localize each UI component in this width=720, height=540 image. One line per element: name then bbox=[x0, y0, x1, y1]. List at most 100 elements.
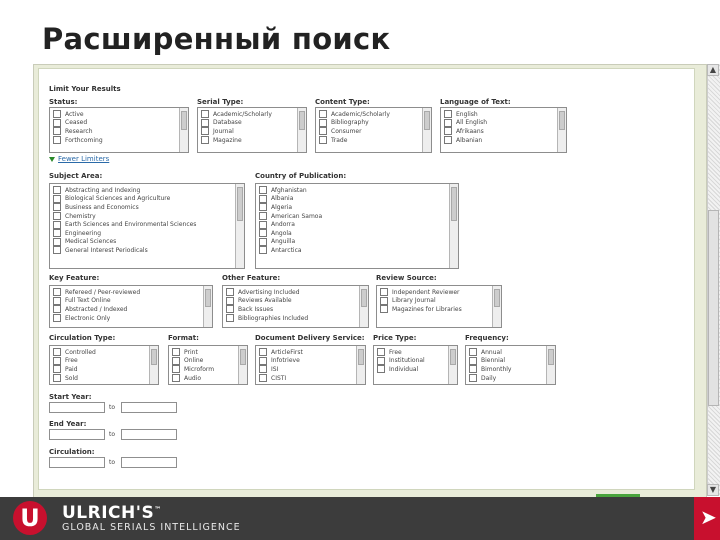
review_source-option[interactable]: Library Journal bbox=[380, 296, 501, 306]
price_type-option[interactable]: Individual bbox=[377, 365, 457, 374]
frequency-option-checkbox[interactable] bbox=[469, 374, 477, 383]
country-option-checkbox[interactable] bbox=[259, 194, 267, 203]
document_delivery-option-checkbox[interactable] bbox=[259, 348, 267, 357]
content_type-option[interactable]: Consumer bbox=[319, 127, 431, 136]
format-option-checkbox[interactable] bbox=[172, 348, 180, 357]
subject-option-checkbox[interactable] bbox=[53, 229, 61, 238]
price_type-option[interactable]: Institutional bbox=[377, 356, 457, 366]
document_delivery-option-checkbox[interactable] bbox=[259, 356, 267, 365]
subject-option[interactable]: Earth Sciences and Environmental Science… bbox=[53, 220, 244, 229]
subject-option-checkbox[interactable] bbox=[53, 246, 61, 255]
review_source-option[interactable]: Magazines for Libraries bbox=[380, 305, 501, 314]
subject-area-list-scrollbar[interactable] bbox=[235, 184, 244, 268]
country-option[interactable]: Albania bbox=[259, 194, 458, 204]
review_source-option-checkbox[interactable] bbox=[380, 305, 388, 314]
country-list-scrollbar[interactable] bbox=[449, 184, 458, 268]
serial_type-option[interactable]: Journal bbox=[201, 127, 306, 136]
country-option[interactable]: American Samoa bbox=[259, 212, 458, 221]
circulation-type-list[interactable]: Controlled Free Paid Sold bbox=[49, 345, 159, 385]
circulation-to-input[interactable] bbox=[121, 457, 177, 468]
review_source-option-checkbox[interactable] bbox=[380, 296, 388, 305]
document_delivery-option-checkbox[interactable] bbox=[259, 374, 267, 383]
circulation_type-option[interactable]: Paid bbox=[53, 365, 158, 374]
other_feature-option-checkbox[interactable] bbox=[226, 296, 234, 305]
language-option-checkbox[interactable] bbox=[444, 110, 452, 119]
country-option-checkbox[interactable] bbox=[259, 186, 267, 195]
price_type-option-checkbox[interactable] bbox=[377, 365, 385, 374]
language-option[interactable]: All English bbox=[444, 118, 566, 128]
format-option-checkbox[interactable] bbox=[172, 365, 180, 374]
content-type-list-scrollbar[interactable] bbox=[422, 108, 431, 152]
content_type-option[interactable]: Trade bbox=[319, 136, 431, 145]
circulation_type-option-checkbox[interactable] bbox=[53, 374, 61, 383]
country-option[interactable]: Antarctica bbox=[259, 246, 458, 255]
serial_type-option[interactable]: Academic/Scholarly bbox=[201, 110, 306, 119]
frequency-option[interactable]: Annual bbox=[469, 348, 555, 357]
key_feature-option-checkbox[interactable] bbox=[53, 296, 61, 305]
subject-option-checkbox[interactable] bbox=[53, 212, 61, 221]
subject-option[interactable]: Chemistry bbox=[53, 212, 244, 221]
language-option[interactable]: English bbox=[444, 110, 566, 119]
scroll-up-button[interactable]: ▲ bbox=[707, 64, 719, 76]
subject-option[interactable]: Biological Sciences and Agriculture bbox=[53, 194, 244, 204]
frequency-option-checkbox[interactable] bbox=[469, 365, 477, 374]
serial_type-option[interactable]: Database bbox=[201, 118, 306, 128]
document_delivery-option-checkbox[interactable] bbox=[259, 365, 267, 374]
review-source-list[interactable]: Independent Reviewer Library Journal Magaz… bbox=[376, 285, 502, 328]
frequency-list[interactable]: Annual Biennial Bimonthly Daily bbox=[465, 345, 556, 385]
frequency-option[interactable]: Daily bbox=[469, 374, 555, 383]
language-option[interactable]: Albanian bbox=[444, 136, 566, 145]
document_delivery-option[interactable]: ISI bbox=[259, 365, 365, 374]
country-list[interactable]: Afghanistan Albania Algeria American Samoa A… bbox=[255, 183, 459, 269]
other-feature-list-scrollbar[interactable] bbox=[359, 286, 368, 327]
price_type-option[interactable]: Free bbox=[377, 348, 457, 357]
content_type-option[interactable]: Academic/Scholarly bbox=[319, 110, 431, 119]
serial_type-option[interactable]: Magazine bbox=[201, 136, 306, 145]
circulation_type-option[interactable]: Controlled bbox=[53, 348, 158, 357]
subject-option-checkbox[interactable] bbox=[53, 220, 61, 229]
document_delivery-option[interactable]: Infotrieve bbox=[259, 356, 365, 366]
status-option[interactable]: Research bbox=[53, 127, 188, 136]
serial-type-list-scrollbar[interactable] bbox=[297, 108, 306, 152]
country-option-checkbox[interactable] bbox=[259, 220, 267, 229]
subject-option-checkbox[interactable] bbox=[53, 203, 61, 212]
start-year-from-input[interactable] bbox=[49, 402, 105, 413]
status-list-scrollbar[interactable] bbox=[179, 108, 188, 152]
key_feature-option-checkbox[interactable] bbox=[53, 288, 61, 297]
subject-option[interactable]: Engineering bbox=[53, 229, 244, 238]
key_feature-option-checkbox[interactable] bbox=[53, 314, 61, 323]
country-option[interactable]: Andorra bbox=[259, 220, 458, 229]
serial_type-option-checkbox[interactable] bbox=[201, 110, 209, 119]
country-option-checkbox[interactable] bbox=[259, 246, 267, 255]
price-type-list-scrollbar[interactable] bbox=[448, 346, 457, 384]
country-option-checkbox[interactable] bbox=[259, 229, 267, 238]
content-type-list[interactable]: Academic/Scholarly Bibliography Consumer Tr… bbox=[315, 107, 432, 153]
subject-option-checkbox[interactable] bbox=[53, 194, 61, 203]
circulation_type-option[interactable]: Sold bbox=[53, 374, 158, 383]
circulation-from-input[interactable] bbox=[49, 457, 105, 468]
circulation_type-option[interactable]: Free bbox=[53, 356, 158, 366]
key-feature-list[interactable]: Refereed / Peer-reviewed Full Text Online… bbox=[49, 285, 213, 328]
format-option[interactable]: Audio bbox=[172, 374, 247, 383]
frequency-option-checkbox[interactable] bbox=[469, 356, 477, 365]
key-feature-list-scrollbar[interactable] bbox=[203, 286, 212, 327]
language-list[interactable]: English All English Afrikaans Albanian bbox=[440, 107, 567, 153]
frequency-list-scrollbar[interactable] bbox=[546, 346, 555, 384]
language-option-checkbox[interactable] bbox=[444, 118, 452, 127]
other-feature-list[interactable]: Advertising Included Reviews Available Bac… bbox=[222, 285, 369, 328]
price_type-option-checkbox[interactable] bbox=[377, 356, 385, 365]
frequency-option[interactable]: Biennial bbox=[469, 356, 555, 366]
key_feature-option[interactable]: Full Text Online bbox=[53, 296, 212, 306]
status-option-checkbox[interactable] bbox=[53, 127, 61, 136]
subject-option[interactable]: Abstracting and Indexing bbox=[53, 186, 244, 195]
key_feature-option-checkbox[interactable] bbox=[53, 305, 61, 314]
document-delivery-list-scrollbar[interactable] bbox=[356, 346, 365, 384]
format-option-checkbox[interactable] bbox=[172, 374, 180, 383]
other_feature-option-checkbox[interactable] bbox=[226, 305, 234, 314]
status-option-checkbox[interactable] bbox=[53, 136, 61, 145]
frequency-option-checkbox[interactable] bbox=[469, 348, 477, 357]
price_type-option-checkbox[interactable] bbox=[377, 348, 385, 357]
status-option-checkbox[interactable] bbox=[53, 110, 61, 119]
country-option-checkbox[interactable] bbox=[259, 203, 267, 212]
language-option-checkbox[interactable] bbox=[444, 127, 452, 136]
